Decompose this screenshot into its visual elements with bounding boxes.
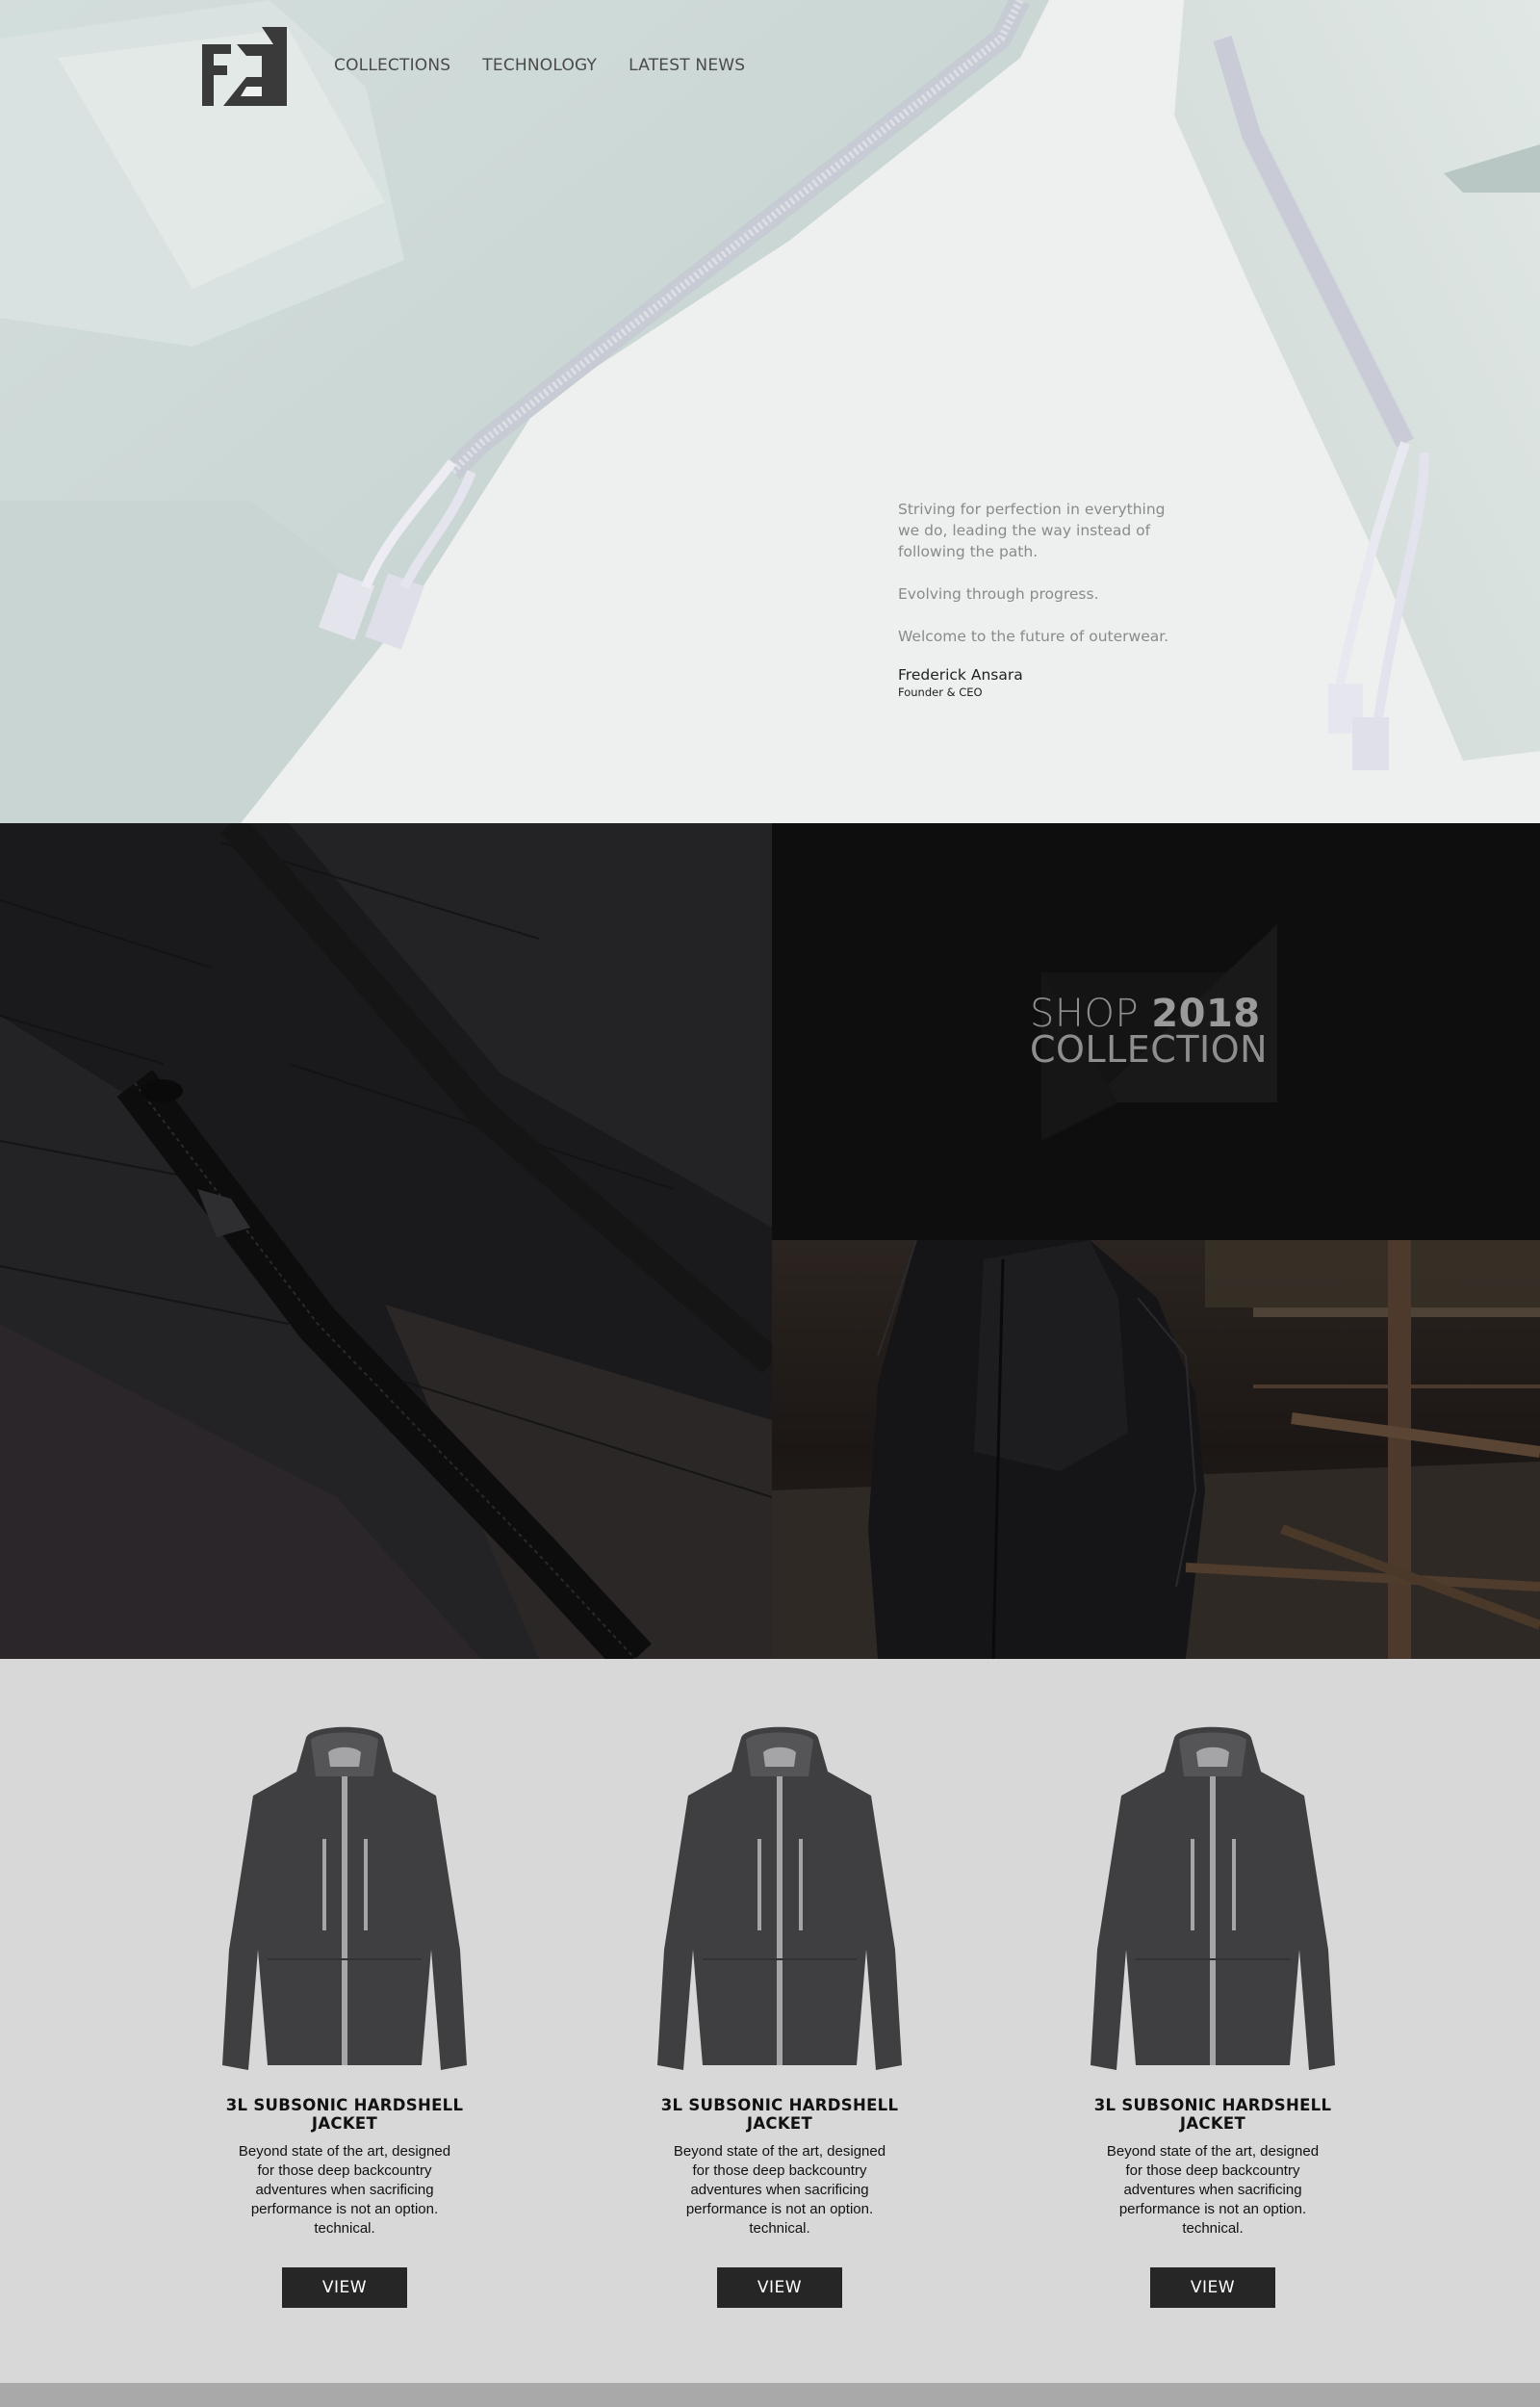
ceo-quote: Striving for perfection in everything we… [898, 499, 1177, 699]
dark-jacket-closeup-image [0, 823, 772, 1659]
product-description: Beyond state of the art, designed for th… [673, 2143, 886, 2237]
view-product-button[interactable]: VIEW [717, 2267, 842, 2308]
jacket-product-image [1091, 1726, 1335, 2070]
shop-2018-collection-heading[interactable]: SHOP 2018 COLLECTION [1030, 995, 1319, 1071]
main-nav: COLLECTIONS TECHNOLOGY LATEST NEWS [334, 56, 777, 75]
product-title: 3L SUBSONIC HARDSHELL JACKET [1093, 2096, 1332, 2133]
product-card: 3L SUBSONIC HARDSHELL JACKET Beyond stat… [626, 1659, 934, 2308]
view-product-button[interactable]: VIEW [282, 2267, 407, 2308]
product-card: 3L SUBSONIC HARDSHELL JACKET Beyond stat… [1059, 1659, 1367, 2308]
view-product-button[interactable]: VIEW [1150, 2267, 1275, 2308]
product-description: Beyond state of the art, designed for th… [1106, 2143, 1320, 2237]
hero-jacket-image [0, 0, 1540, 823]
nav-item-technology[interactable]: TECHNOLOGY [482, 56, 597, 75]
product-title: 3L SUBSONIC HARDSHELL JACKET [225, 2096, 464, 2133]
quote-author: Frederick Ansara [898, 666, 1023, 684]
street-jacket-image [772, 1240, 1540, 1659]
shop-heading-line1: SHOP 2018 [1030, 995, 1319, 1033]
nav-item-latest-news[interactable]: LATEST NEWS [629, 56, 745, 75]
nav-item-collections[interactable]: COLLECTIONS [334, 56, 450, 75]
shop-heading-line2: COLLECTION [1030, 1028, 1269, 1071]
footer-bar [0, 2383, 1540, 2407]
jacket-product-image [222, 1726, 467, 2070]
fa-logo-icon[interactable] [202, 27, 287, 106]
quote-paragraph: Evolving through progress. [898, 585, 1099, 603]
quote-paragraph: Striving for perfection in everything we… [898, 501, 1166, 560]
product-card: 3L SUBSONIC HARDSHELL JACKET Beyond stat… [191, 1659, 499, 2308]
hero-section: COLLECTIONS TECHNOLOGY LATEST NEWS Striv… [0, 0, 1540, 823]
product-description: Beyond state of the art, designed for th… [238, 2143, 451, 2237]
quote-author-role: Founder & CEO [898, 686, 983, 699]
shop-collection-promo[interactable]: SHOP 2018 COLLECTION [772, 823, 1540, 1240]
jacket-product-image [657, 1726, 902, 2070]
product-title: 3L SUBSONIC HARDSHELL JACKET [660, 2096, 899, 2133]
quote-paragraph: Welcome to the future of outerwear. [898, 628, 1169, 645]
product-grid: 3L SUBSONIC HARDSHELL JACKET Beyond stat… [0, 1659, 1540, 2383]
